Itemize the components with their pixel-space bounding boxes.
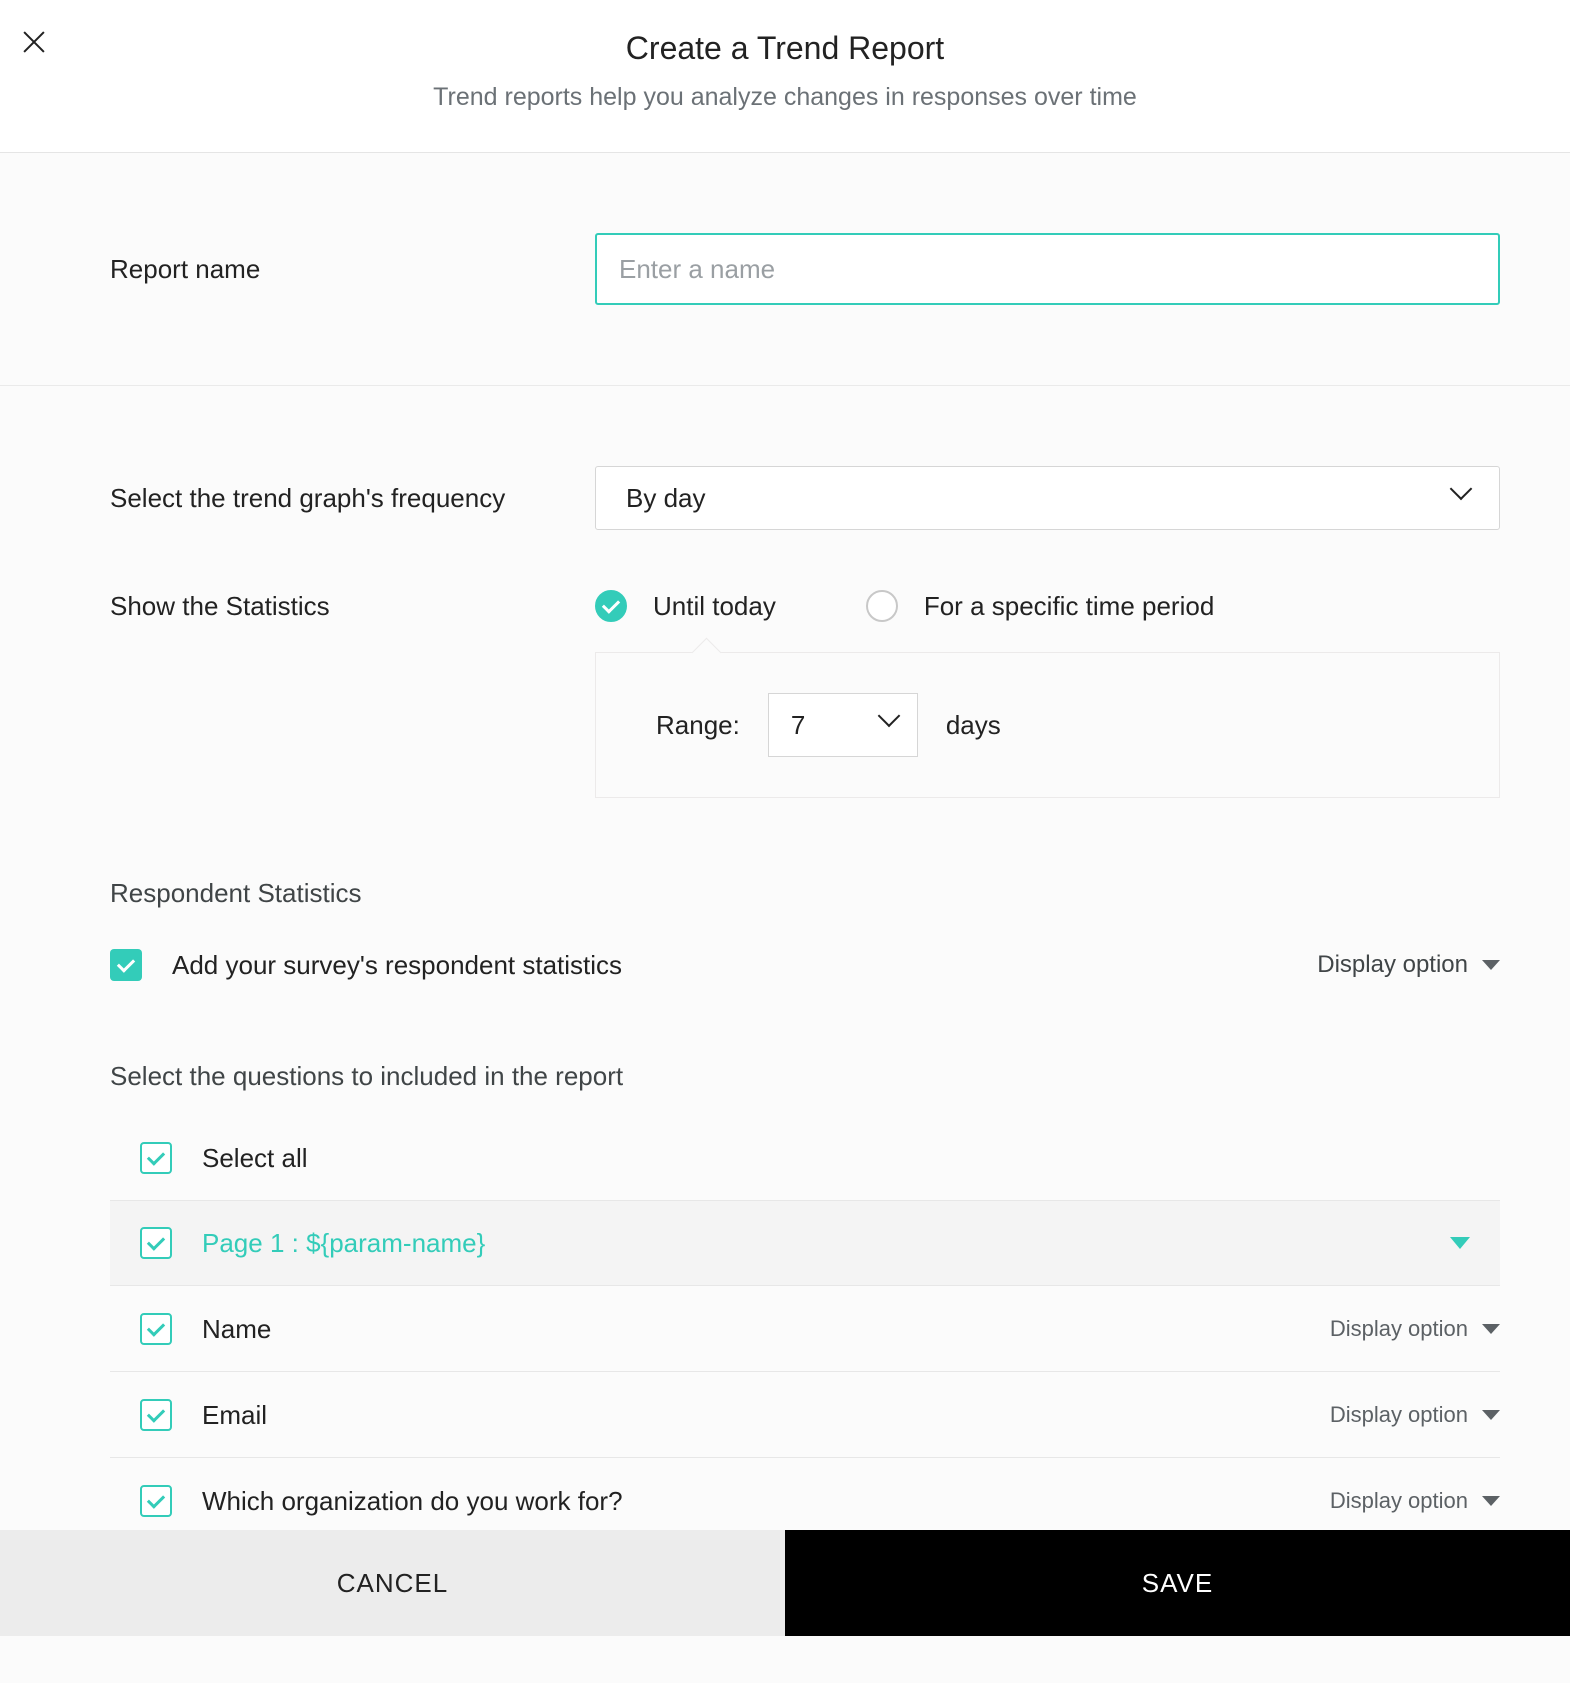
question-label: Email	[202, 1400, 267, 1431]
question-display-option[interactable]: Display option	[1330, 1316, 1500, 1342]
range-box: Range: 7 days	[595, 652, 1500, 798]
select-all-label: Select all	[202, 1143, 308, 1174]
frequency-label: Select the trend graph's frequency	[110, 483, 595, 514]
caret-down-icon	[1482, 1496, 1500, 1506]
range-label: Range:	[656, 710, 740, 741]
caret-down-icon	[1482, 960, 1500, 970]
settings-section: Select the trend graph's frequency By da…	[0, 386, 1570, 1683]
chevron-down-icon	[1453, 483, 1469, 514]
cancel-button-label: CANCEL	[337, 1568, 448, 1599]
select-all-row: Select all	[110, 1132, 1500, 1200]
frequency-select[interactable]: By day	[595, 466, 1500, 530]
radio-checked-icon	[595, 590, 627, 622]
display-option-label: Display option	[1317, 951, 1468, 979]
question-row: Email Display option	[110, 1372, 1500, 1458]
caret-down-icon	[1450, 1237, 1470, 1249]
dialog-title: Create a Trend Report	[0, 30, 1570, 67]
frequency-selected-value: By day	[626, 483, 706, 514]
question-list: Select all Page 1 : ${param-name} Name D…	[110, 1132, 1500, 1543]
report-name-label: Report name	[0, 254, 595, 285]
dialog-header: Create a Trend Report Trend reports help…	[0, 0, 1570, 153]
cancel-button[interactable]: CANCEL	[0, 1530, 785, 1636]
radio-until-today-label: Until today	[653, 591, 776, 622]
respondent-stats-label: Add your survey's respondent statistics	[172, 950, 622, 981]
radio-specific-period[interactable]: For a specific time period	[866, 590, 1214, 622]
respondent-stats-heading: Respondent Statistics	[110, 878, 1500, 909]
radio-unchecked-icon	[866, 590, 898, 622]
statistics-label: Show the Statistics	[110, 591, 595, 622]
questions-heading: Select the questions to included in the …	[110, 1061, 1500, 1092]
save-button-label: SAVE	[1142, 1568, 1213, 1599]
chevron-down-icon	[881, 710, 897, 741]
report-name-input[interactable]	[595, 233, 1500, 305]
page-header-label: Page 1 : ${param-name}	[202, 1228, 485, 1259]
range-unit: days	[946, 710, 1001, 741]
display-option-label: Display option	[1330, 1488, 1468, 1514]
question-checkbox[interactable]	[140, 1399, 172, 1431]
range-select[interactable]: 7	[768, 693, 918, 757]
question-checkbox[interactable]	[140, 1485, 172, 1517]
respondent-stats-display-option[interactable]: Display option	[1317, 951, 1500, 979]
dialog-subtitle: Trend reports help you analyze changes i…	[0, 83, 1570, 112]
respondent-stats-checkbox[interactable]	[110, 949, 142, 981]
question-label: Which organization do you work for?	[202, 1486, 623, 1517]
caret-down-icon	[1482, 1324, 1500, 1334]
question-display-option[interactable]: Display option	[1330, 1402, 1500, 1428]
caret-down-icon	[1482, 1410, 1500, 1420]
range-value: 7	[791, 710, 805, 741]
select-all-checkbox[interactable]	[140, 1142, 172, 1174]
dialog-footer: CANCEL SAVE	[0, 1530, 1570, 1636]
question-checkbox[interactable]	[140, 1313, 172, 1345]
question-row: Name Display option	[110, 1286, 1500, 1372]
radio-until-today[interactable]: Until today	[595, 590, 776, 622]
question-label: Name	[202, 1314, 271, 1345]
question-display-option[interactable]: Display option	[1330, 1488, 1500, 1514]
page-header-row[interactable]: Page 1 : ${param-name}	[110, 1200, 1500, 1286]
save-button[interactable]: SAVE	[785, 1530, 1570, 1636]
page-checkbox[interactable]	[140, 1227, 172, 1259]
close-icon[interactable]	[20, 28, 48, 56]
radio-specific-period-label: For a specific time period	[924, 591, 1214, 622]
display-option-label: Display option	[1330, 1316, 1468, 1342]
display-option-label: Display option	[1330, 1402, 1468, 1428]
report-name-panel: Report name	[0, 153, 1570, 386]
